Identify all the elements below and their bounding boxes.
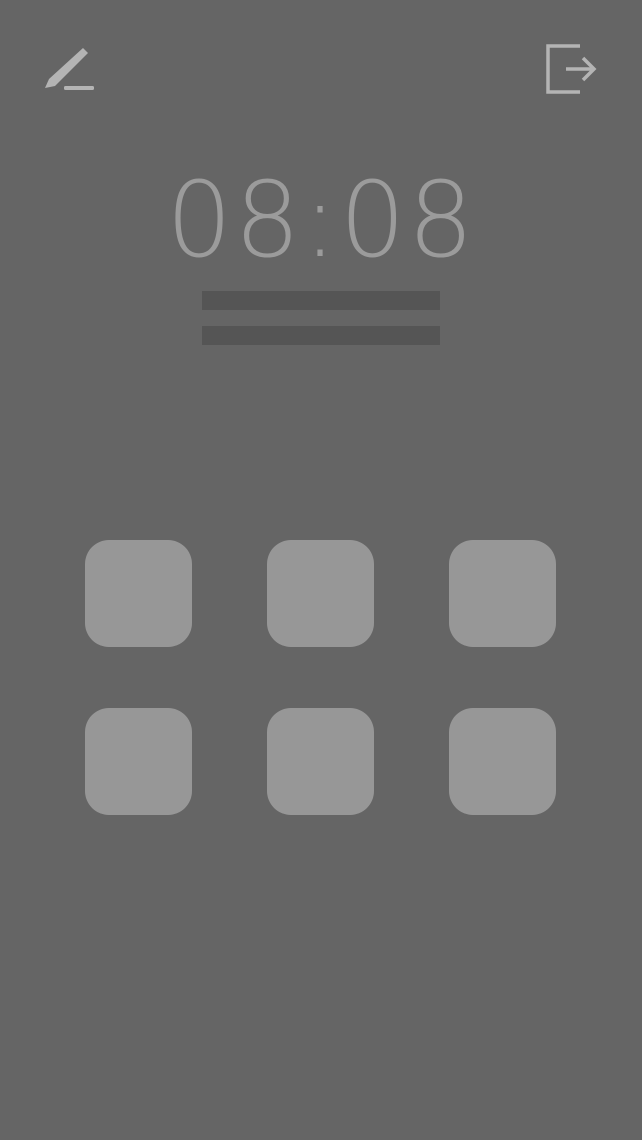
app-tile-3[interactable] — [449, 540, 556, 647]
clock-time: 08:08 — [166, 159, 476, 281]
edit-button[interactable] — [40, 42, 96, 98]
app-tile-2[interactable] — [267, 540, 374, 647]
subtitle-placeholder-bar — [202, 326, 440, 345]
app-tile-4[interactable] — [85, 708, 192, 815]
logout-button[interactable] — [542, 42, 598, 98]
app-tile-1[interactable] — [85, 540, 192, 647]
date-placeholder-bar — [202, 291, 440, 310]
app-tile-5[interactable] — [267, 708, 374, 815]
logout-icon — [546, 44, 597, 94]
pencil-edit-icon — [45, 48, 94, 90]
lock-screen: 08:08 — [0, 0, 642, 1140]
app-tile-grid — [85, 540, 556, 815]
app-tile-6[interactable] — [449, 708, 556, 815]
